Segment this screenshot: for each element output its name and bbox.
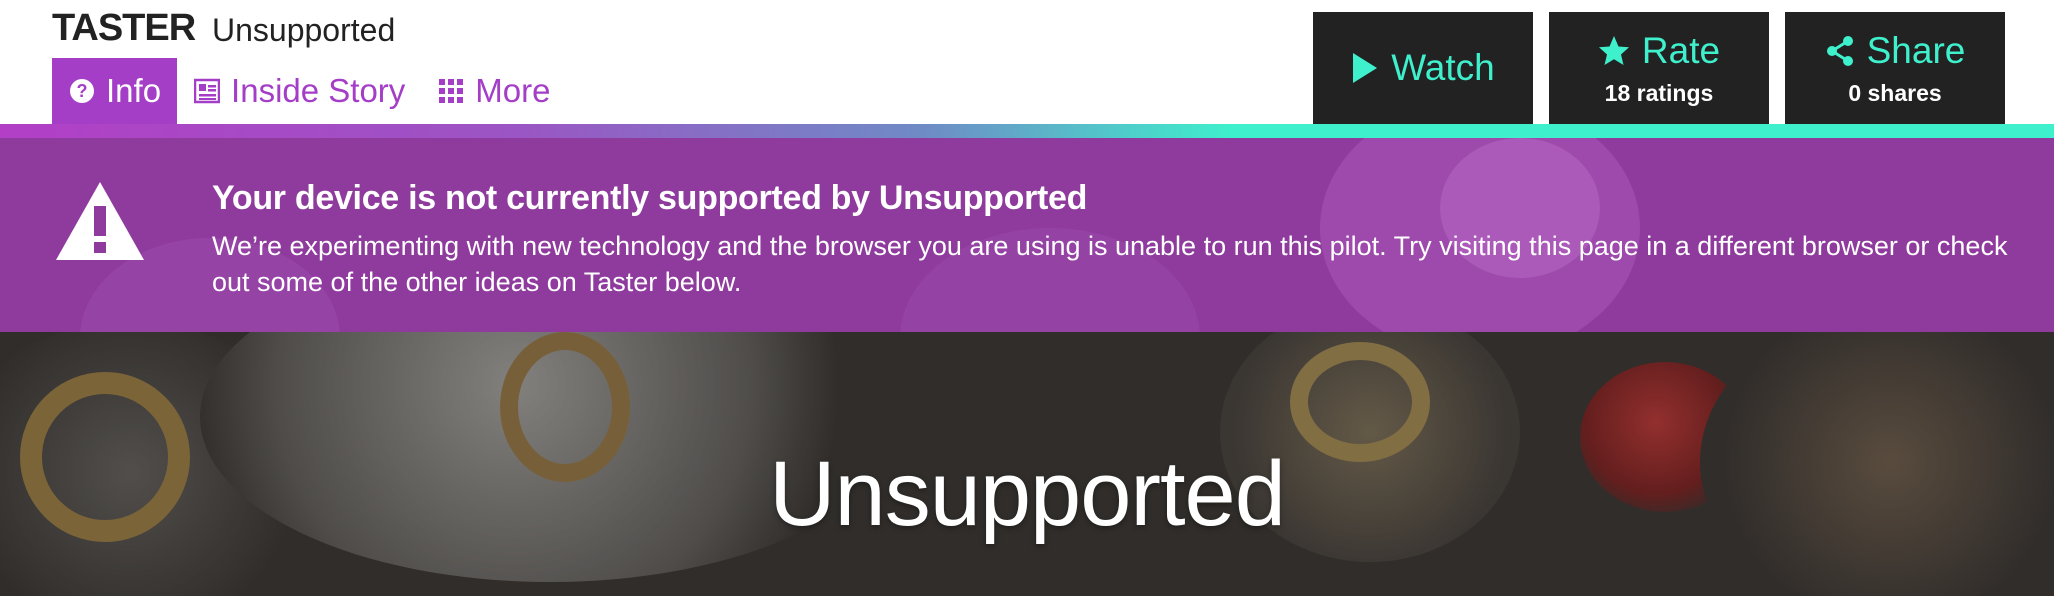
watch-label: Watch xyxy=(1391,47,1495,88)
gradient-divider xyxy=(0,124,2054,138)
play-icon xyxy=(1353,53,1378,83)
rate-button[interactable]: Rate 18 ratings xyxy=(1549,12,1769,124)
logo-text: TASTER xyxy=(52,7,196,49)
tab-info-label: Info xyxy=(106,72,162,109)
hero-title: Unsupported xyxy=(769,443,1286,545)
warning-triangle-icon xyxy=(56,182,144,260)
svg-text:?: ? xyxy=(77,81,88,101)
header: TASTER Unsupported ? Info Inside Story M… xyxy=(0,0,2054,124)
article-icon xyxy=(193,77,221,105)
ratings-count: 18 ratings xyxy=(1604,80,1714,106)
banner-message: We’re experimenting with new technology … xyxy=(212,231,2008,297)
rate-label: Rate xyxy=(1641,30,1721,71)
pilot-name: Unsupported xyxy=(212,12,396,48)
share-label: Share xyxy=(1866,30,1966,71)
tab-inside-story[interactable]: Inside Story xyxy=(177,58,421,124)
share-button[interactable]: Share 0 shares xyxy=(1785,12,2005,124)
tab-info[interactable]: ? Info xyxy=(52,58,178,124)
tab-more-label: More xyxy=(475,72,551,109)
action-buttons: Watch Rate 18 ratings Share 0 shares xyxy=(1313,12,2005,124)
unsupported-banner: Your device is not currently supported b… xyxy=(0,138,2054,332)
question-circle-icon: ? xyxy=(68,77,96,105)
hero-section: Unsupported xyxy=(0,332,2054,596)
taster-logo[interactable]: TASTER xyxy=(52,7,196,49)
star-icon xyxy=(1598,36,1629,65)
banner-title: Your device is not currently supported b… xyxy=(212,179,1088,217)
tab-bar: ? Info Inside Story More xyxy=(52,58,566,124)
tab-more[interactable]: More xyxy=(421,58,566,124)
grid-icon xyxy=(437,77,465,105)
share-icon xyxy=(1826,36,1853,66)
shares-count: 0 shares xyxy=(1848,80,1942,106)
tab-inside-story-label: Inside Story xyxy=(231,72,406,109)
watch-button[interactable]: Watch xyxy=(1313,12,1533,124)
